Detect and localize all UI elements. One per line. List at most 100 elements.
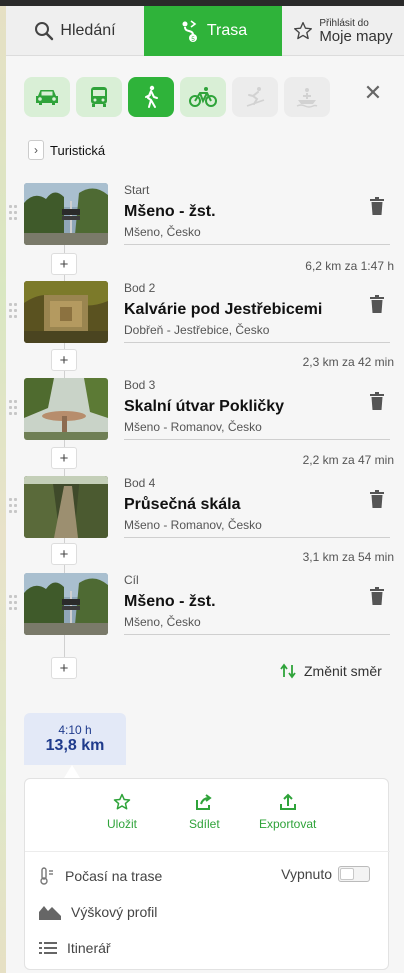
mode-bicycle[interactable] — [180, 77, 226, 117]
save-button[interactable]: Uložit — [107, 793, 137, 831]
mode-hiking[interactable] — [128, 77, 174, 117]
waypoint-2[interactable]: Bod 2 Kalvárie pod Jestřebicemi Dobřeň -… — [6, 281, 404, 345]
elevation-label: Výškový profil — [71, 904, 158, 920]
waypoint-4[interactable]: Bod 4 Průsečná skála Mšeno - Romanov, Če… — [6, 476, 404, 540]
mode-boat[interactable] — [284, 77, 330, 117]
waypoint-label: Bod 3 — [124, 378, 156, 392]
chevron-right-icon: › — [28, 140, 44, 160]
export-button[interactable]: Exportovat — [259, 793, 316, 831]
elevation-profile-option[interactable]: Výškový profil — [39, 904, 157, 920]
plus-icon: + — [59, 659, 69, 677]
share-icon — [196, 794, 213, 810]
trash-icon[interactable] — [370, 587, 384, 605]
waypoint-info: Bod 2 Kalvárie pod Jestřebicemi Dobřeň -… — [124, 281, 390, 343]
route-actions: Uložit Sdílet Exportovat — [25, 793, 390, 843]
tab-search[interactable]: Hledání — [6, 6, 144, 56]
export-label: Exportovat — [259, 817, 317, 831]
star-icon — [113, 793, 131, 810]
swap-icon — [280, 663, 296, 679]
trash-icon[interactable] — [370, 295, 384, 313]
mode-skiing[interactable] — [232, 77, 278, 117]
mode-car[interactable] — [24, 77, 70, 117]
connector-line — [64, 564, 65, 573]
login-small-label: Přihlásit do — [319, 17, 369, 29]
waypoint-name: Skalní útvar Pokličky — [124, 398, 285, 415]
weather-option[interactable]: Počasí na trase — [39, 867, 162, 885]
drag-handle-icon[interactable] — [9, 498, 17, 514]
waypoint-photo — [24, 378, 108, 440]
segment-info: 3,1 km za 54 min — [302, 550, 394, 564]
reverse-label: Změnit směr — [304, 663, 382, 679]
add-waypoint-button[interactable]: + — [51, 253, 77, 275]
waypoint-label: Bod 2 — [124, 281, 156, 295]
waypoint-info: Bod 4 Průsečná skála Mšeno - Romanov, Če… — [124, 476, 390, 538]
waypoint-finish[interactable]: Cíl Mšeno - žst. Mšeno, Česko — [6, 573, 404, 637]
route-summary-panel: Uložit Sdílet Exportovat Počasí na trase… — [24, 778, 390, 970]
add-waypoint-button[interactable]: + — [51, 447, 77, 469]
tab-search-label: Hledání — [60, 22, 116, 39]
weather-toggle-label: Vypnuto — [281, 866, 332, 882]
skiing-icon — [246, 87, 265, 107]
plus-icon: + — [59, 351, 69, 369]
itinerary-label: Itinerář — [67, 940, 111, 956]
waypoint-name: Mšeno - žst. — [124, 593, 216, 610]
waypoint-start[interactable]: Start Mšeno - žst. Mšeno, Česko — [6, 183, 404, 247]
segment-info: 6,2 km za 1:47 h — [305, 259, 394, 273]
waypoint-label: Cíl — [124, 573, 139, 587]
reverse-direction-button[interactable]: Změnit směr — [280, 663, 382, 679]
add-waypoint-button[interactable]: + — [51, 657, 77, 679]
drag-handle-icon[interactable] — [9, 205, 17, 221]
drag-handle-icon[interactable] — [9, 595, 17, 611]
waypoint-info: Bod 3 Skalní útvar Pokličky Mšeno - Roma… — [124, 378, 390, 440]
share-button[interactable]: Sdílet — [189, 793, 220, 831]
trash-icon[interactable] — [370, 392, 384, 410]
route-icon: 5 — [182, 20, 197, 43]
waypoint-photo — [24, 476, 108, 538]
tab-my-maps[interactable]: Přihlásit do Moje mapy — [282, 6, 404, 56]
waypoint-photo — [24, 573, 108, 635]
route-type-selector[interactable]: › Turistická — [28, 140, 105, 160]
waypoint-3[interactable]: Bod 3 Skalní útvar Pokličky Mšeno - Roma… — [6, 378, 404, 442]
weather-label: Počasí na trase — [65, 868, 163, 884]
segment-info: 2,3 km za 42 min — [302, 355, 394, 369]
login-text: Přihlásit do Moje mapy — [319, 17, 392, 44]
plus-icon: + — [59, 545, 69, 563]
waypoint-label: Start — [124, 183, 150, 197]
bus-icon — [91, 87, 107, 107]
list-icon — [39, 942, 57, 954]
search-icon — [35, 22, 54, 41]
plus-icon: + — [59, 255, 69, 273]
hiking-icon — [145, 85, 158, 108]
toggle-switch[interactable] — [338, 866, 370, 882]
segment-info: 2,2 km za 47 min — [302, 453, 394, 467]
trash-icon[interactable] — [370, 197, 384, 215]
top-tabs: Hledání 5 Trasa Přihlásit do Moje mapy — [6, 6, 404, 56]
route-summary-tab[interactable]: 4:10 h 13,8 km — [24, 713, 126, 765]
waypoint-name: Průsečná skála — [124, 496, 241, 513]
waypoint-name: Mšeno - žst. — [124, 203, 216, 220]
waypoint-location: Mšeno, Česko — [124, 225, 201, 239]
divider — [25, 851, 390, 852]
bicycle-icon — [189, 87, 217, 107]
waypoint-location: Mšeno, Česko — [124, 615, 201, 629]
connector-line — [64, 370, 65, 378]
add-waypoint-button[interactable]: + — [51, 349, 77, 371]
tab-route[interactable]: 5 Trasa — [144, 6, 282, 56]
close-icon: ✕ — [363, 80, 383, 105]
drag-handle-icon[interactable] — [9, 400, 17, 416]
waypoint-photo — [24, 183, 108, 245]
weather-toggle[interactable]: Vypnuto — [281, 866, 370, 882]
itinerary-option[interactable]: Itinerář — [39, 940, 111, 956]
mode-bus[interactable] — [76, 77, 122, 117]
trash-icon[interactable] — [370, 490, 384, 508]
add-waypoint-button[interactable]: + — [51, 543, 77, 565]
summary-caret — [64, 765, 80, 778]
connector-line — [64, 468, 65, 476]
waypoint-location: Mšeno - Romanov, Česko — [124, 420, 262, 434]
star-icon — [294, 22, 313, 40]
waypoint-info: Start Mšeno - žst. Mšeno, Česko — [124, 183, 390, 245]
drag-handle-icon[interactable] — [9, 303, 17, 319]
waypoint-info: Cíl Mšeno - žst. Mšeno, Česko — [124, 573, 390, 635]
waypoint-location: Dobřeň - Jestřebice, Česko — [124, 323, 270, 337]
close-button[interactable]: ✕ — [362, 80, 384, 105]
